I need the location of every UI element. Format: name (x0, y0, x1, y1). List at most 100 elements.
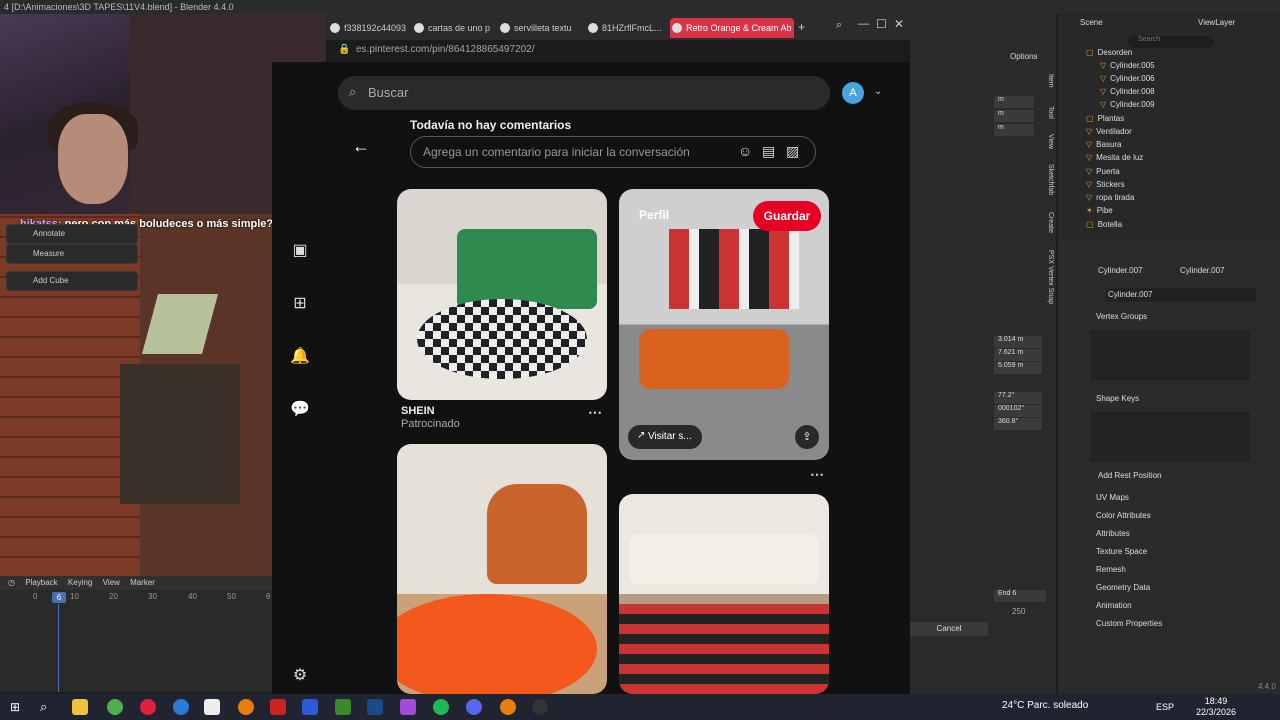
clock-icon[interactable]: ◷ (8, 578, 15, 587)
outliner-row[interactable]: ▽ Cylinder.008 (1100, 87, 1155, 100)
create-icon[interactable]: ⊞ (289, 293, 311, 315)
boards-icon[interactable]: ▣ (289, 240, 311, 262)
notifications-icon[interactable]: 🔔 (289, 346, 311, 368)
pin-title[interactable]: SHEIN (401, 405, 435, 417)
app-icon[interactable] (302, 699, 318, 715)
view-menu[interactable]: View (103, 578, 120, 587)
tab-item[interactable]: Item (1044, 74, 1054, 88)
outliner-search[interactable]: Search (1128, 36, 1214, 48)
language-indicator[interactable]: ESP (1156, 702, 1174, 712)
rotation-y[interactable]: 000102° (994, 405, 1042, 417)
emoji-icon[interactable]: ☺ (738, 143, 752, 159)
discord-icon[interactable] (466, 699, 482, 715)
outliner-row[interactable]: ▽ Cylinder.006 (1100, 74, 1155, 87)
section-color-attributes[interactable]: Color Attributes (1096, 511, 1151, 520)
more-options-icon[interactable]: ⋯ (810, 466, 824, 483)
shape-keys-list[interactable] (1090, 412, 1250, 462)
weather-widget[interactable]: 24°C Parc. soleado (1002, 700, 1088, 711)
outliner-row[interactable]: ▽ Cylinder.009 (1100, 100, 1155, 113)
outliner-row[interactable]: ▽ Puerta (1086, 167, 1120, 180)
playback-menu[interactable]: Playback (25, 578, 57, 587)
opera-icon[interactable] (140, 699, 156, 715)
tool-add-cube[interactable]: Add Cube (6, 271, 138, 291)
outliner-row[interactable]: ▽ Ventilador (1086, 127, 1132, 140)
start-icon[interactable]: ⊞ (10, 700, 20, 714)
app-icon[interactable] (367, 699, 383, 715)
playhead-line[interactable] (58, 604, 59, 692)
section-texture-space[interactable]: Texture Space (1096, 547, 1147, 556)
tool-measure[interactable]: Measure (6, 244, 138, 264)
dimension-z[interactable]: 5.059 m (994, 362, 1042, 374)
outliner-row[interactable]: ▽ ropa tirada (1086, 193, 1134, 206)
section-attributes[interactable]: Attributes (1096, 529, 1130, 538)
back-arrow-icon[interactable]: ← (352, 136, 370, 157)
share-icon[interactable]: ⇪ (795, 425, 819, 449)
vertex-groups-header[interactable]: Vertex Groups (1096, 312, 1147, 321)
section-uv-maps[interactable]: UV Maps (1096, 493, 1129, 502)
shape-keys-header[interactable]: Shape Keys (1096, 394, 1139, 403)
messages-icon[interactable]: 💬 (289, 399, 311, 421)
image-icon[interactable]: ▨ (786, 143, 799, 160)
browser-tab[interactable]: f338192c44093 (328, 18, 408, 38)
breadcrumb-object[interactable]: Cylinder.007 (1098, 266, 1142, 275)
section-geometry-data[interactable]: Geometry Data (1096, 583, 1150, 592)
blender-icon[interactable] (500, 699, 516, 715)
mesh-name-field[interactable]: Cylinder.007 (1106, 288, 1256, 302)
vertex-groups-list[interactable] (1090, 330, 1250, 380)
breadcrumb-mesh[interactable]: Cylinder.007 (1180, 266, 1224, 275)
edge-icon[interactable] (173, 699, 189, 715)
value-field[interactable]: m (994, 96, 1034, 108)
view-layer-selector[interactable]: ViewLayer (1198, 18, 1235, 27)
browser-tab[interactable]: 81HZrflFmcL... (586, 18, 666, 38)
sticker-icon[interactable]: ▤ (762, 143, 775, 160)
pin-card[interactable] (397, 444, 607, 694)
end-frame-field[interactable]: End 6 (994, 590, 1046, 602)
value-field[interactable]: m (994, 124, 1034, 136)
save-button[interactable]: Guardar (753, 201, 821, 231)
outliner-row[interactable]: ✶ Pibe (1086, 206, 1113, 219)
search-icon[interactable]: ⌕ (40, 699, 47, 715)
pin-card[interactable] (619, 494, 829, 694)
app-icon[interactable] (335, 699, 351, 715)
app-icon[interactable] (270, 699, 286, 715)
browser-tab[interactable]: cartas de uno p (412, 18, 494, 38)
search-input[interactable]: Buscar (338, 76, 830, 110)
cancel-button[interactable]: Cancel (910, 622, 988, 636)
tab-tool[interactable]: Tool (1044, 106, 1054, 119)
settings-icon[interactable]: ⚙ (289, 665, 311, 687)
search-tabs-icon[interactable]: ⌕ (836, 19, 842, 32)
outliner-row[interactable]: ▽ Stickers (1086, 180, 1125, 193)
rotation-z[interactable]: 360.8° (994, 418, 1042, 430)
comment-input[interactable]: Agrega un comentario para iniciar la con… (410, 136, 816, 168)
rotation-x[interactable]: 77.2° (994, 392, 1042, 404)
tab-create[interactable]: Create (1044, 212, 1054, 233)
app-icon[interactable] (204, 699, 220, 715)
outliner-row[interactable]: ▽ Basura (1086, 140, 1122, 153)
current-frame-indicator[interactable]: 6 (52, 592, 66, 603)
outliner-row[interactable]: ▽ Mesita de luz (1086, 153, 1143, 166)
dimension-x[interactable]: 3.014 m (994, 336, 1042, 348)
outliner-row[interactable]: ▢ Plantas (1086, 114, 1124, 127)
keying-menu[interactable]: Keying (68, 578, 92, 587)
minimize-icon[interactable]: — (858, 18, 869, 30)
section-remesh[interactable]: Remesh (1096, 565, 1126, 574)
maximize-icon[interactable]: ☐ (876, 17, 887, 31)
spotify-icon[interactable] (433, 699, 449, 715)
options-menu[interactable]: Options (1010, 52, 1038, 61)
outliner-row-selected[interactable]: ▢ Botella (1086, 220, 1122, 233)
pin-card[interactable] (397, 189, 607, 400)
section-animation[interactable]: Animation (1096, 601, 1132, 610)
browser-tab[interactable]: servilleta textu (498, 18, 582, 38)
chevron-down-icon[interactable]: ⌄ (874, 86, 882, 97)
value-field[interactable]: m (994, 110, 1034, 122)
app-icon[interactable] (400, 699, 416, 715)
section-custom-properties[interactable]: Custom Properties (1096, 619, 1162, 628)
obs-icon[interactable] (532, 699, 548, 715)
system-clock[interactable]: 18:49 22/3/2026 (1196, 696, 1236, 718)
outliner-row[interactable]: ▽ Cylinder.005 (1100, 61, 1155, 74)
profile-dropdown[interactable]: Perfil (639, 208, 669, 222)
avatar[interactable]: A (842, 82, 864, 104)
blender-icon[interactable] (238, 699, 254, 715)
tab-psx-vertex-snap[interactable]: PSX Vertex Snap (1044, 250, 1054, 304)
more-options-icon[interactable]: ⋯ (588, 404, 602, 421)
